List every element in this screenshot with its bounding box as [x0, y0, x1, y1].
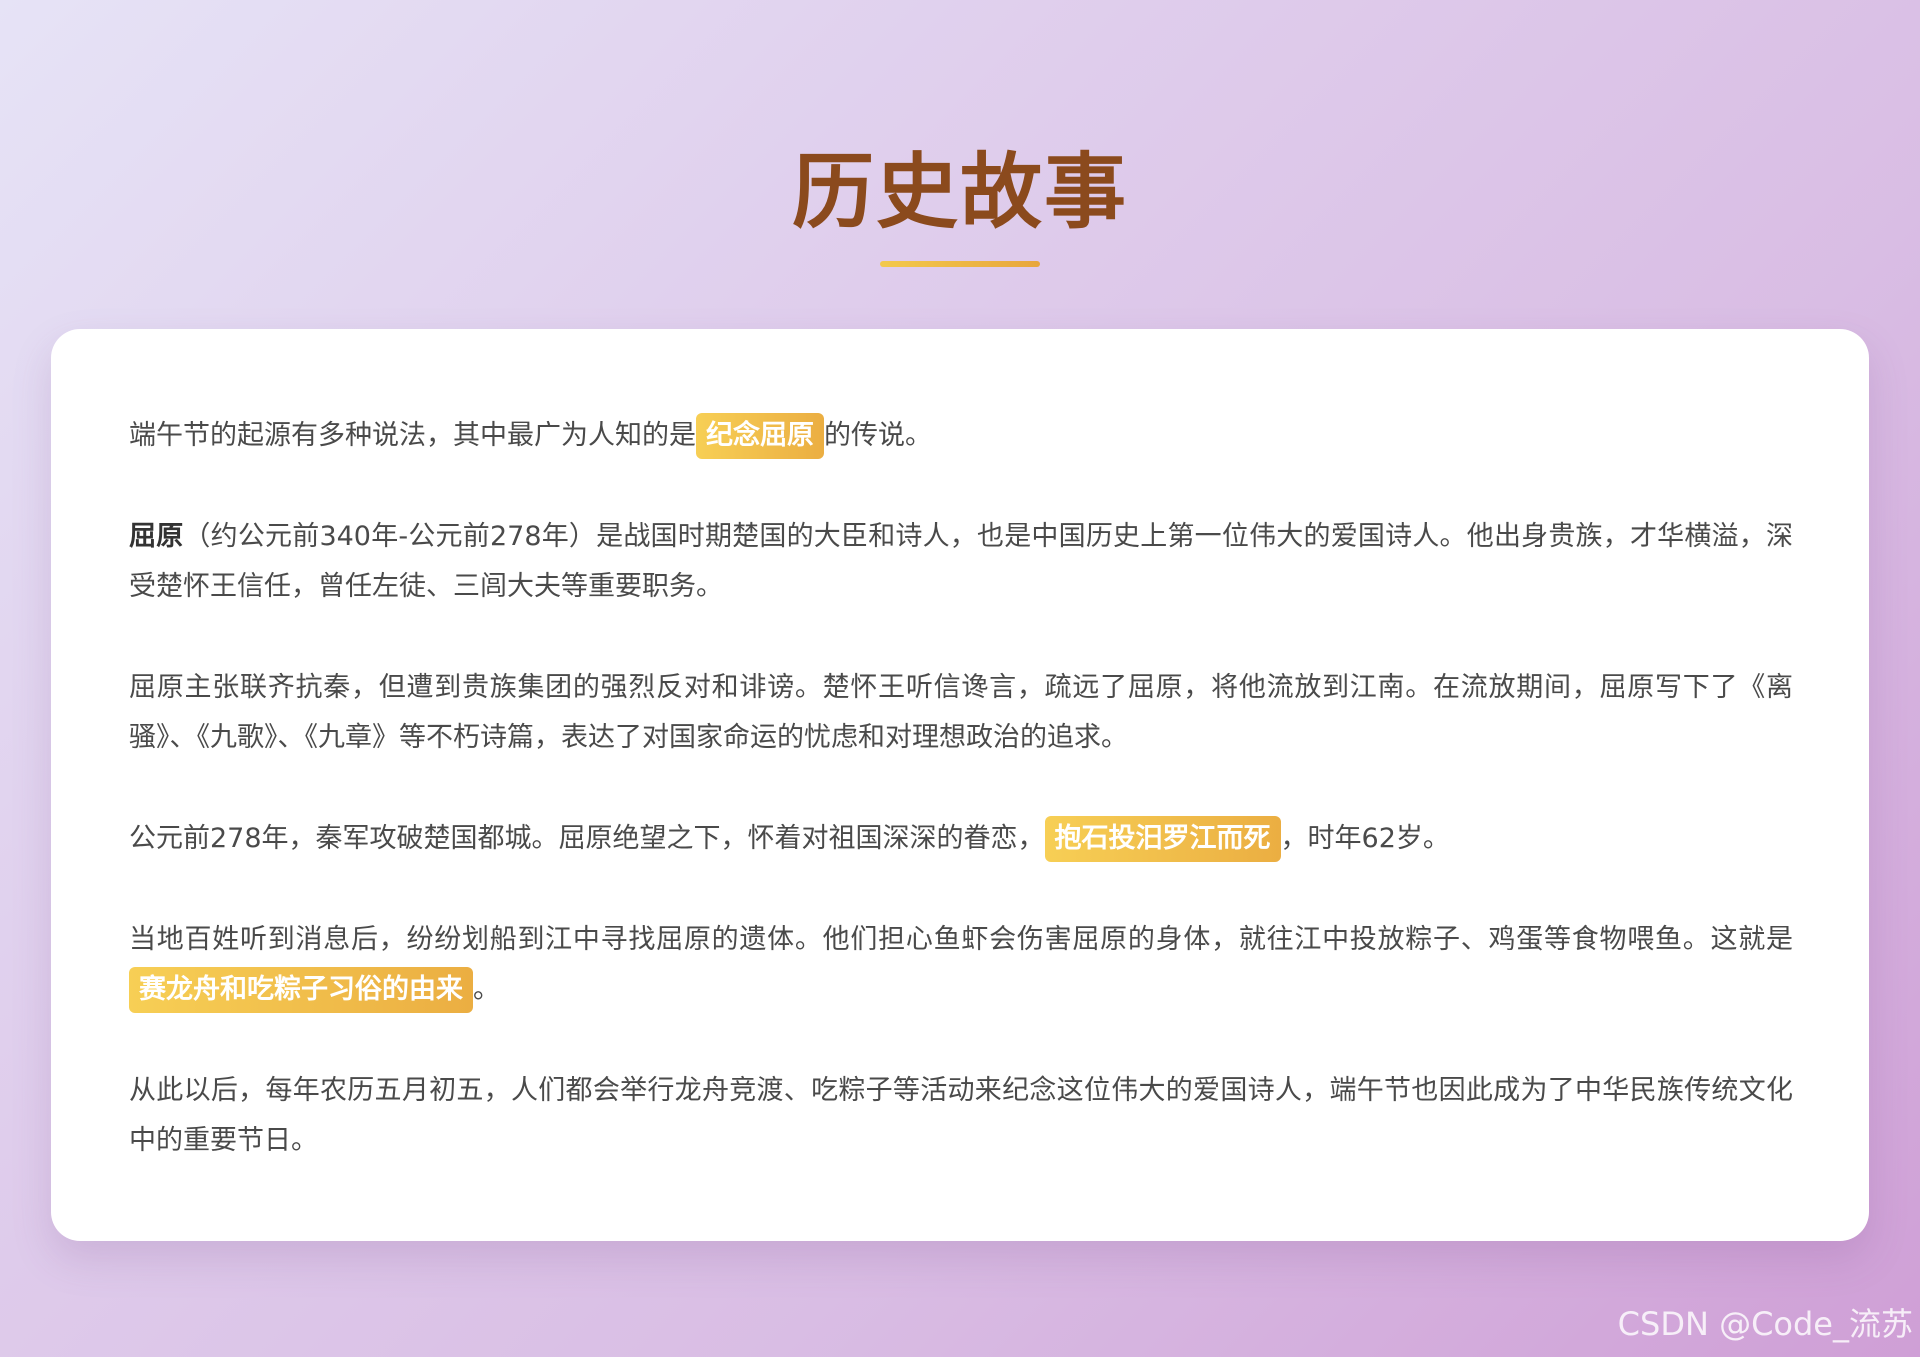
bio-text: （约公元前340年-公元前278年）是战国时期楚国的大臣和诗人，也是中国历史上第… [129, 521, 1794, 602]
intro-text-end: 的传说。 [824, 420, 932, 451]
exile-text: 屈原主张联齐抗秦，但遭到贵族集团的强烈反对和诽谤。楚怀王听信谗言，疏远了屈原，将… [129, 672, 1793, 753]
death-text: 公元前278年，秦军攻破楚国都城。屈原绝望之下，怀着对祖国深深的眷恋， [129, 823, 1045, 854]
highlight-commemorate-quyuan: 纪念屈原 [696, 413, 824, 459]
paragraph-custom-origin: 当地百姓听到消息后，纷纷划船到江中寻找屈原的遗体。他们担心鱼虾会伤害屈原的身体，… [129, 915, 1793, 1015]
highlight-miluo-river: 抱石投汨罗江而死 [1044, 816, 1281, 862]
story-card: 端午节的起源有多种说法，其中最广为人知的是 纪念屈原 的传说。 屈原（约公元前340… [51, 329, 1869, 1241]
paragraph-exile: 屈原主张联齐抗秦，但遭到贵族集团的强烈反对和诽谤。楚怀王听信谗言，疏远了屈原，将… [129, 663, 1793, 763]
paragraph-intro: 端午节的起源有多种说法，其中最广为人知的是 纪念屈原 的传说。 [129, 411, 1793, 461]
paragraph-quyuan-bio: 屈原（约公元前340年-公元前278年）是战国时期楚国的大臣和诗人，也是中国历史… [129, 512, 1793, 612]
highlight-dragon-boat-origin: 赛龙舟和吃粽子习俗的由来 [129, 967, 473, 1013]
title-underline [880, 261, 1040, 267]
page-title: 历史故事 [791, 145, 1128, 240]
intro-text: 端午节的起源有多种说法，其中最广为人知的是 [129, 420, 696, 451]
paragraph-conclusion: 从此以后，每年农历五月初五，人们都会举行龙舟竞渡、吃粽子等活动来纪念这位伟大的爱… [129, 1066, 1793, 1166]
origin-text: 当地百姓听到消息后，纷纷划船到江中寻找屈原的遗体。他们担心鱼虾会伤害屈原的身体，… [129, 924, 1793, 955]
conclusion-text: 从此以后，每年农历五月初五，人们都会举行龙舟竞渡、吃粽子等活动来纪念这位伟大的爱… [129, 1075, 1793, 1156]
origin-text-end: 。 [473, 974, 500, 1005]
paragraph-death: 公元前278年，秦军攻破楚国都城。屈原绝望之下，怀着对祖国深深的眷恋， 抱石投汨罗… [129, 814, 1793, 864]
watermark: CSDN @Code_流苏 [1617, 1305, 1913, 1343]
quyuan-name: 屈原 [129, 521, 184, 552]
death-text-end: ，时年62岁。 [1280, 823, 1450, 854]
